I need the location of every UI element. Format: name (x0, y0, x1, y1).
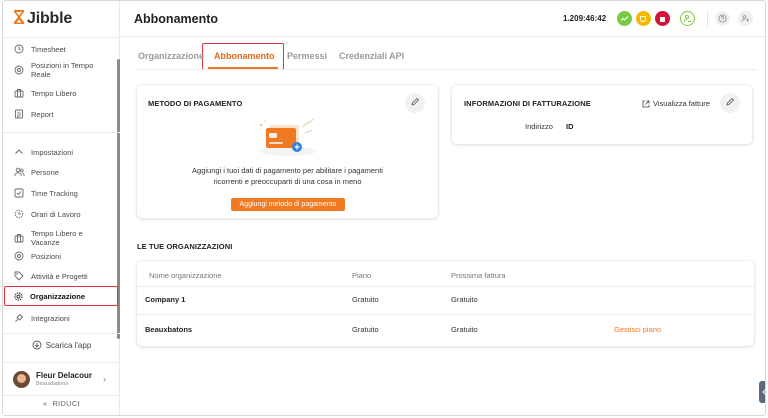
payment-description-line1: Aggiungi i tuoi dati di pagamento per ab… (192, 166, 383, 175)
organizations-table: Nome organizzazione Piano Prossima fattu… (137, 261, 754, 346)
sidebar-divider (3, 132, 120, 133)
brand-name: Jibble (27, 10, 73, 27)
edit-billing-button[interactable] (720, 93, 740, 113)
sidebar-item-time-tracking[interactable]: Time Tracking (9, 187, 113, 199)
location-icon (13, 250, 25, 262)
id-label: ID (566, 122, 574, 131)
sidebar-divider (3, 395, 120, 396)
double-chevron-left-icon: « (43, 399, 48, 408)
org-next-invoice: Gratuito (451, 295, 478, 304)
chevron-up-icon (13, 146, 25, 158)
payment-method-card: METODO DI PAGAMENTO Aggiungi i tuoi dati… (137, 85, 438, 218)
top-bar: Abbonamento 1.209:46:42 (120, 1, 765, 37)
tab-api-credentials[interactable]: Credenziali API (339, 51, 404, 61)
work-schedule-icon (13, 208, 25, 220)
org-plan: Gratuito (352, 325, 379, 334)
tab-permissions[interactable]: Permessi (287, 51, 327, 61)
people-icon (13, 166, 25, 178)
sidebar-item-organization[interactable]: Organizzazione (4, 286, 118, 306)
chevron-left-icon (761, 383, 765, 401)
person-clock-icon (683, 10, 692, 28)
sidebar-item-timesheet[interactable]: Timesheet (9, 43, 113, 55)
org-next-invoice: Gratuito (451, 325, 478, 334)
suitcase-icon (13, 87, 25, 99)
tabs-divider (137, 69, 757, 70)
coffee-icon (639, 10, 648, 28)
sidebar-item-work-schedules[interactable]: Orari di Lavoro (9, 208, 113, 220)
collapse-sidebar-button[interactable]: « RIDUCI (3, 399, 120, 408)
billing-info-card: INFORMAZIONI DI FATTURAZIONE Visualizza … (452, 85, 752, 144)
pencil-icon (725, 94, 735, 112)
tag-icon (13, 270, 25, 282)
user-menu[interactable]: Fleur Delacour Beauxbatons › (3, 365, 120, 395)
help-icon (718, 10, 727, 28)
sidebar-item-integrations[interactable]: Integrazioni (9, 312, 113, 324)
time-tracking-icon (13, 187, 25, 199)
gear-icon (12, 290, 24, 302)
logo[interactable]: Jibble (13, 9, 72, 29)
sidebar: Jibble Timesheet Posizioni in Tempo Real… (3, 1, 120, 415)
break-button[interactable] (636, 11, 651, 26)
row-divider (137, 314, 754, 315)
organizations-title: LE TUE ORGANIZZAZIONI (137, 242, 233, 251)
stop-icon (659, 10, 666, 28)
location-icon (13, 64, 25, 76)
app-window: Jibble Timesheet Posizioni in Tempo Real… (2, 0, 766, 416)
chevron-right-icon: › (103, 374, 106, 384)
download-app-link[interactable]: Scarica l'app (3, 340, 120, 350)
sidebar-item-report[interactable]: Report (9, 108, 113, 120)
suitcase-icon (13, 232, 25, 244)
billing-info-title: INFORMAZIONI DI FATTURAZIONE (464, 99, 591, 108)
side-panel-toggle[interactable] (759, 381, 765, 403)
view-invoices-link[interactable]: Visualizza fatture (642, 99, 710, 108)
plug-icon (13, 312, 25, 324)
sidebar-item-time-off[interactable]: Tempo Libero (9, 87, 113, 99)
sidebar-item-live-locations[interactable]: Posizioni in Tempo Reale (9, 61, 113, 79)
tab-subscription[interactable]: Abbonamento (214, 51, 275, 61)
sidebar-divider (3, 333, 120, 334)
payment-method-title: METODO DI PAGAMENTO (148, 99, 243, 108)
header-divider (707, 11, 708, 27)
payment-card-illustration (255, 115, 321, 157)
clock-icon (13, 43, 25, 55)
sidebar-divider (3, 362, 120, 363)
address-label: Indirizzo (525, 122, 553, 131)
pencil-icon (410, 94, 420, 112)
report-icon (13, 108, 25, 120)
manage-plan-link[interactable]: Gestisci piano (614, 325, 661, 334)
external-link-icon (642, 100, 650, 108)
avatar (13, 371, 30, 388)
edit-payment-button[interactable] (405, 93, 425, 113)
sidebar-item-locations[interactable]: Posizioni (9, 250, 113, 262)
sidebar-item-settings[interactable]: Impostazioni (9, 146, 113, 158)
payment-description-line2: ricorrenti e preoccuparti di una cosa in… (213, 177, 362, 186)
download-icon (32, 340, 42, 350)
stop-button[interactable] (655, 11, 670, 26)
column-header-next-invoice: Prossima fattura (451, 271, 506, 280)
hourglass-logo-icon (13, 9, 25, 30)
timer-display: 1.209:46:42 (563, 14, 607, 23)
user-status-button[interactable] (680, 11, 695, 26)
row-divider (137, 286, 754, 287)
sidebar-item-people[interactable]: Persone (9, 166, 113, 178)
clock-in-icon (620, 10, 629, 28)
people-plus-icon (741, 10, 750, 28)
sidebar-item-time-off-holidays[interactable]: Tempo Libero e Vacanze (9, 229, 113, 247)
org-name: Beauxbatons (145, 325, 193, 334)
sidebar-divider (3, 37, 120, 38)
org-name: Company 1 (145, 295, 186, 304)
page-title: Abbonamento (134, 12, 219, 26)
user-name: Fleur Delacour (36, 371, 93, 380)
user-organization: Beauxbatons (36, 381, 69, 387)
clock-in-button[interactable] (617, 11, 632, 26)
org-plan: Gratuito (352, 295, 379, 304)
sidebar-item-activities-projects[interactable]: Attività e Progetti (9, 270, 113, 282)
referral-button[interactable] (738, 11, 753, 26)
tab-organization[interactable]: Organizzazione (138, 51, 204, 61)
help-button[interactable] (715, 11, 730, 26)
column-header-plan: Piano (352, 271, 372, 280)
add-payment-method-button[interactable]: Aggiungi metodo di pagamento (231, 198, 345, 211)
column-header-name: Nome organizzazione (149, 271, 222, 280)
